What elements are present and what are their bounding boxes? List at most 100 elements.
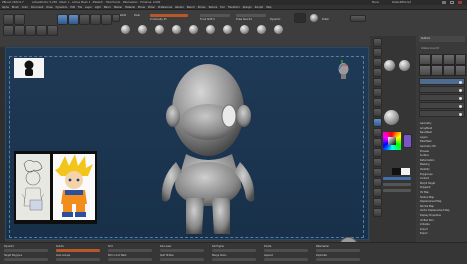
tool-palette-row[interactable]: Initialize: [419, 223, 465, 227]
frame-icon[interactable]: [373, 138, 382, 147]
subtool-thumb[interactable]: [443, 54, 455, 65]
subtool-row[interactable]: [419, 86, 465, 93]
zadd-label[interactable]: Zadd: [120, 14, 126, 17]
color-picker[interactable]: [383, 132, 401, 150]
tool-palette-row[interactable]: Surface: [419, 154, 465, 158]
hue-strip[interactable]: [403, 134, 412, 148]
tool-palette-row[interactable]: Import: [419, 228, 465, 232]
bottom-slider[interactable]: [264, 249, 308, 252]
main-color-swatch[interactable]: [392, 168, 401, 175]
tool-palette-row[interactable]: Preview: [419, 150, 465, 154]
z-intensity-slider[interactable]: [150, 14, 188, 17]
persp-icon[interactable]: [373, 98, 382, 107]
bottom-slider[interactable]: [212, 258, 256, 261]
rotate-icon[interactable]: [101, 14, 112, 25]
bottom-slider[interactable]: [4, 258, 48, 261]
tool-palette-row[interactable]: Unified Skin: [419, 219, 465, 223]
bottom-slider[interactable]: [108, 258, 152, 261]
polyf-icon[interactable]: [373, 178, 382, 187]
cylinder-icon[interactable]: [14, 25, 25, 36]
brush-standard-icon[interactable]: [121, 25, 130, 34]
cube-icon[interactable]: [3, 25, 14, 36]
rotate-view-icon[interactable]: [373, 168, 382, 177]
brush-flatten-icon[interactable]: [257, 25, 266, 34]
aahalf-icon[interactable]: [373, 88, 382, 97]
zsub-label[interactable]: Zsub: [134, 14, 140, 17]
maximize-icon[interactable]: [450, 1, 454, 4]
tool-palette-row[interactable]: UV Map: [419, 191, 465, 195]
color-square[interactable]: [388, 137, 396, 145]
zoom-icon[interactable]: [373, 68, 382, 77]
bottom-slider[interactable]: [160, 249, 204, 252]
minimize-icon[interactable]: [442, 1, 446, 4]
material-ball-icon[interactable]: [310, 14, 318, 22]
edit-icon[interactable]: [57, 14, 68, 25]
visibility-eye-icon[interactable]: [459, 113, 462, 116]
torus-icon[interactable]: [47, 25, 58, 36]
tool-palette-row[interactable]: Contact: [419, 177, 465, 181]
bottom-slider[interactable]: [56, 258, 100, 261]
tool-palette-row[interactable]: ArrayMesh: [419, 127, 465, 131]
visibility-eye-icon[interactable]: [459, 89, 462, 92]
secondary-color-swatch[interactable]: [401, 168, 410, 175]
tool-palette-row[interactable]: Masking: [419, 163, 465, 167]
tool-palette-row[interactable]: NanoMesh: [419, 131, 465, 135]
mrgb-button[interactable]: [112, 14, 120, 22]
bottom-slider[interactable]: [4, 249, 48, 252]
draw-size-slider[interactable]: [236, 14, 266, 17]
subtool-thumb[interactable]: [431, 54, 443, 65]
brush-smooth-icon[interactable]: [223, 25, 232, 34]
tool-palette-row[interactable]: Texture Map: [419, 196, 465, 200]
cone-icon[interactable]: [25, 25, 36, 36]
tool-palette-row[interactable]: FiberMesh: [419, 140, 465, 144]
liveboolean-icon[interactable]: [14, 14, 25, 25]
actual-icon[interactable]: [373, 78, 382, 87]
xpose-icon[interactable]: [373, 208, 382, 217]
bottom-slider[interactable]: [160, 258, 204, 261]
visibility-eye-icon[interactable]: [459, 81, 462, 84]
bpr-icon[interactable]: [373, 38, 382, 47]
xyz-icon[interactable]: [373, 128, 382, 137]
subtool-thumb[interactable]: [419, 54, 431, 65]
material-preview-icon[interactable]: [384, 110, 399, 125]
brush-trim-icon[interactable]: [240, 25, 249, 34]
move-view-icon[interactable]: [373, 148, 382, 157]
tool-palette-row[interactable]: Deformation: [419, 159, 465, 163]
color-slider[interactable]: [383, 177, 411, 180]
brush-damstandard-icon[interactable]: [172, 25, 181, 34]
tool-palette-row[interactable]: Layers: [419, 136, 465, 140]
subtool-thumb[interactable]: [419, 65, 431, 76]
color-slider-3[interactable]: [383, 189, 411, 192]
tool-palette-row[interactable]: Export: [419, 232, 465, 236]
tool-palette-row[interactable]: Displacement Map: [419, 200, 465, 204]
brush-hpolish-icon[interactable]: [274, 25, 283, 34]
subtool-thumb[interactable]: [455, 54, 466, 65]
solo-icon[interactable]: [373, 198, 382, 207]
subtool-row[interactable]: [419, 110, 465, 117]
bottom-slider[interactable]: [316, 249, 360, 252]
subtool-thumb[interactable]: [431, 65, 443, 76]
polish-label[interactable]: Polish: [322, 18, 329, 21]
bottom-slider[interactable]: [316, 258, 360, 261]
tool-palette-row[interactable]: Geometry: [419, 122, 465, 126]
brush-clay-icon[interactable]: [138, 25, 147, 34]
floor-icon[interactable]: [373, 108, 382, 117]
brush-stack-icon[interactable]: [384, 60, 395, 71]
subtool-thumb[interactable]: [455, 65, 466, 76]
spix-icon[interactable]: [373, 48, 382, 57]
tool-palette-row[interactable]: Polypaint: [419, 186, 465, 190]
scale-icon[interactable]: [90, 14, 101, 25]
visibility-eye-icon[interactable]: [459, 105, 462, 108]
lightbox-icon[interactable]: [3, 14, 14, 25]
scroll-icon[interactable]: [373, 58, 382, 67]
tool-palette-row[interactable]: Normal Map: [419, 205, 465, 209]
transp-icon[interactable]: [373, 188, 382, 197]
tool-palette-row[interactable]: Display Properties: [419, 214, 465, 218]
tool-palette-row[interactable]: Geometry HD: [419, 145, 465, 149]
subtool-row[interactable]: [419, 102, 465, 109]
focal-shift-slider[interactable]: [200, 14, 230, 17]
sphere-icon[interactable]: [36, 25, 47, 36]
bottom-slider[interactable]: [108, 249, 152, 252]
sculpt-model[interactable]: [146, 58, 276, 241]
close-icon[interactable]: [458, 1, 462, 4]
